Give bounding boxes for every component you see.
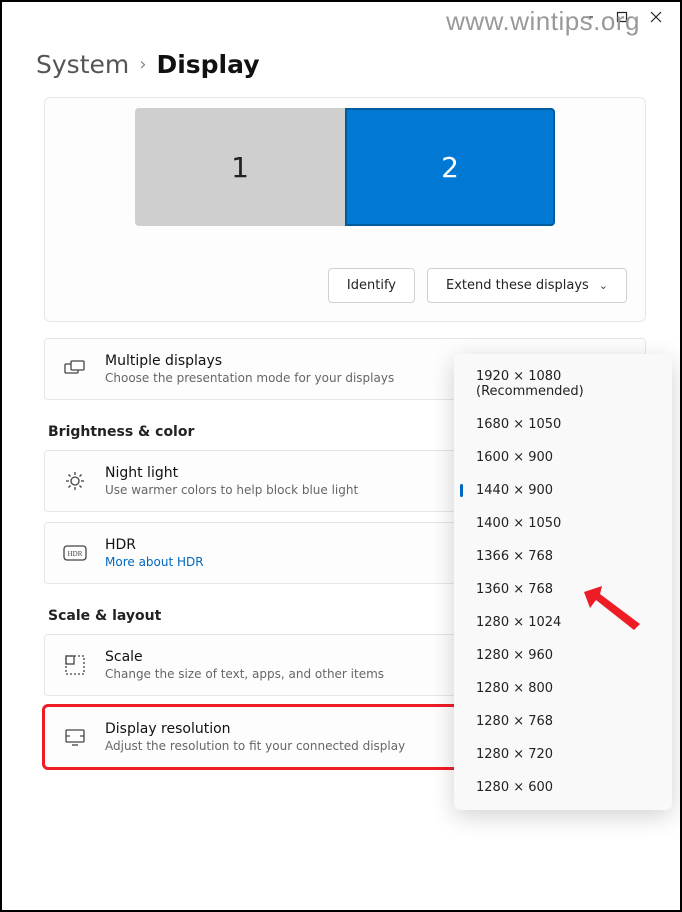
identify-label: Identify (347, 278, 396, 293)
chevron-right-icon: › (139, 54, 146, 75)
resolution-icon (61, 728, 89, 746)
resolution-option[interactable]: 1400 × 1050 (454, 507, 672, 540)
multiple-displays-icon (61, 360, 89, 378)
breadcrumb-current: Display (156, 50, 259, 79)
display-mode-dropdown[interactable]: Extend these displays ⌄ (427, 268, 627, 303)
maximize-button[interactable] (614, 9, 630, 25)
resolution-option[interactable]: 1920 × 1080 (Recommended) (454, 360, 672, 408)
scale-icon (61, 654, 89, 676)
night-light-icon (61, 470, 89, 492)
resolution-option[interactable]: 1280 × 960 (454, 639, 672, 672)
resolution-option[interactable]: 1280 × 800 (454, 672, 672, 705)
identify-button[interactable]: Identify (328, 268, 415, 303)
display-mode-label: Extend these displays (446, 278, 589, 293)
resolution-dropdown-flyout[interactable]: 1920 × 1080 (Recommended)1680 × 10501600… (454, 354, 672, 810)
resolution-option[interactable]: 1600 × 900 (454, 441, 672, 474)
svg-text:HDR: HDR (68, 550, 83, 558)
resolution-option[interactable]: 1680 × 1050 (454, 408, 672, 441)
hdr-icon: HDR (61, 545, 89, 561)
chevron-down-icon: ⌄ (599, 279, 608, 292)
close-button[interactable] (648, 9, 664, 25)
resolution-option[interactable]: 1366 × 768 (454, 540, 672, 573)
resolution-option[interactable]: 1360 × 768 (454, 573, 672, 606)
monitor-1[interactable]: 1 (135, 108, 345, 226)
minimize-button[interactable] (580, 9, 596, 25)
resolution-option[interactable]: 1280 × 1024 (454, 606, 672, 639)
breadcrumb-parent[interactable]: System (36, 50, 129, 79)
resolution-option[interactable]: 1440 × 900 (454, 474, 672, 507)
resolution-option[interactable]: 1280 × 720 (454, 738, 672, 771)
monitor-2[interactable]: 2 (345, 108, 555, 226)
monitors-panel: 1 2 Identify Extend these displays ⌄ (44, 97, 646, 322)
resolution-option[interactable]: 1280 × 768 (454, 705, 672, 738)
resolution-option[interactable]: 1280 × 600 (454, 771, 672, 804)
breadcrumb: System › Display (2, 32, 680, 97)
